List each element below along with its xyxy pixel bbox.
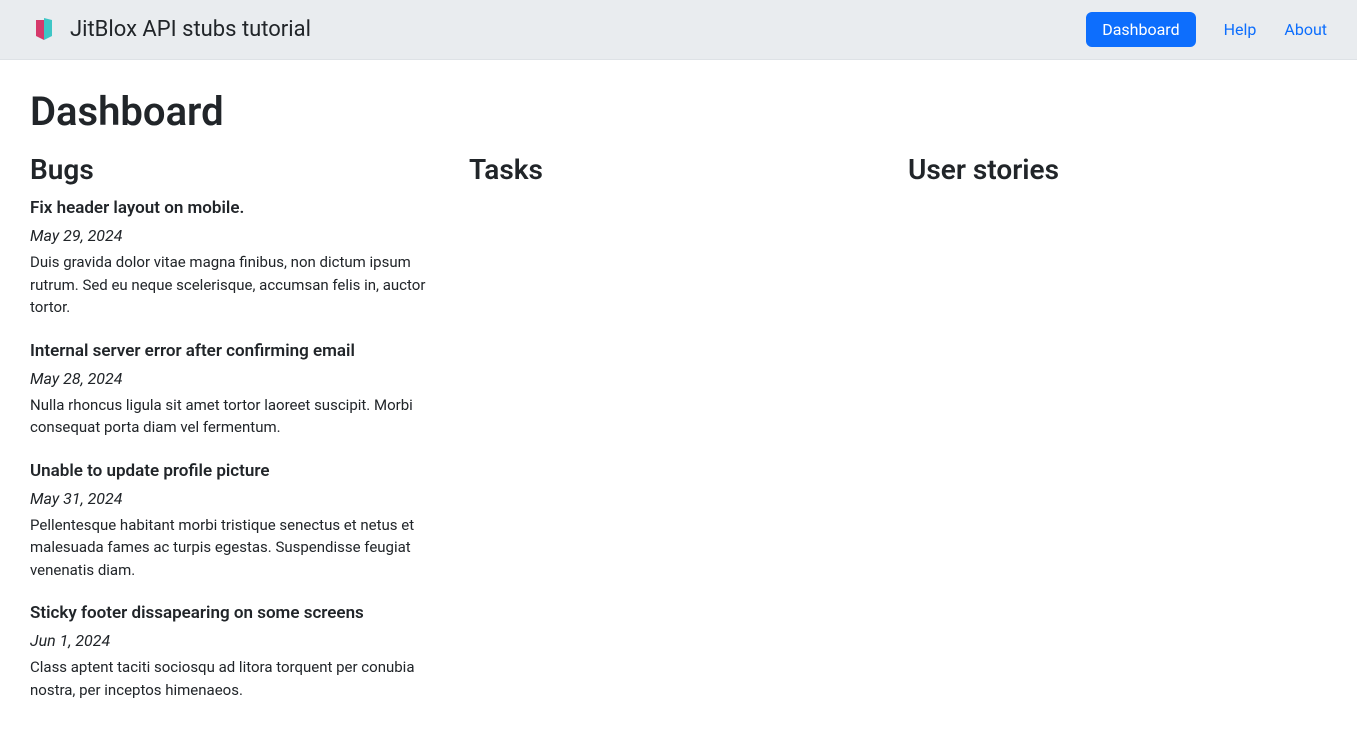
column-heading-bugs: Bugs: [30, 153, 449, 186]
nav-about[interactable]: About: [1284, 20, 1327, 39]
bug-item: Fix header layout on mobile. May 29, 202…: [30, 198, 449, 319]
bug-item: Sticky footer dissapearing on some scree…: [30, 603, 449, 701]
column-heading-tasks: Tasks: [469, 153, 888, 186]
column-tasks: Tasks: [469, 153, 888, 723]
brand-text: JitBlox API stubs tutorial: [70, 17, 311, 42]
bug-desc: Duis gravida dolor vitae magna finibus, …: [30, 251, 449, 319]
bug-desc: Class aptent taciti sociosqu ad litora t…: [30, 656, 449, 701]
column-bugs: Bugs Fix header layout on mobile. May 29…: [30, 153, 449, 723]
bug-title: Unable to update profile picture: [30, 461, 449, 481]
bug-date: May 28, 2024: [30, 369, 449, 388]
main-container: Dashboard Bugs Fix header layout on mobi…: [0, 60, 1357, 751]
bug-desc: Pellentesque habitant morbi tristique se…: [30, 514, 449, 582]
column-user-stories: User stories: [908, 153, 1327, 723]
bug-item: Unable to update profile picture May 31,…: [30, 461, 449, 582]
navbar: JitBlox API stubs tutorial Dashboard Hel…: [0, 0, 1357, 60]
bug-title: Internal server error after confirming e…: [30, 341, 449, 361]
nav-help[interactable]: Help: [1224, 20, 1257, 39]
bug-item: Internal server error after confirming e…: [30, 341, 449, 439]
bug-date: May 29, 2024: [30, 226, 449, 245]
logo-icon: [30, 16, 58, 44]
page-title: Dashboard: [30, 88, 1327, 135]
bug-date: Jun 1, 2024: [30, 631, 449, 650]
bug-date: May 31, 2024: [30, 489, 449, 508]
bug-title: Fix header layout on mobile.: [30, 198, 449, 218]
bug-title: Sticky footer dissapearing on some scree…: [30, 603, 449, 623]
navbar-nav: Dashboard Help About: [1086, 12, 1327, 47]
navbar-brand[interactable]: JitBlox API stubs tutorial: [30, 16, 311, 44]
columns: Bugs Fix header layout on mobile. May 29…: [30, 153, 1327, 723]
bug-desc: Nulla rhoncus ligula sit amet tortor lao…: [30, 394, 449, 439]
column-heading-user-stories: User stories: [908, 153, 1327, 186]
nav-dashboard[interactable]: Dashboard: [1086, 12, 1195, 47]
